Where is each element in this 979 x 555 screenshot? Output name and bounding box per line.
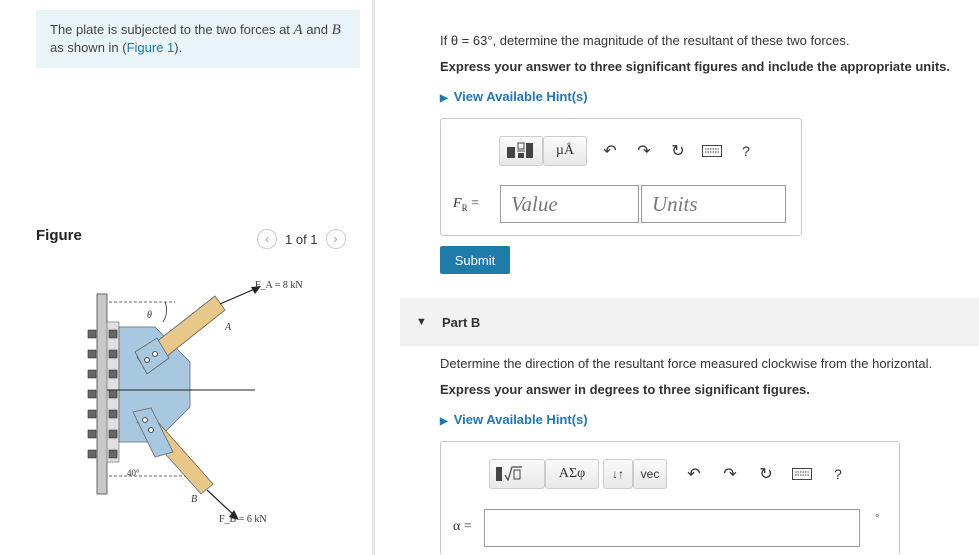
help-icon[interactable]: ? [825,461,851,487]
part-a-question: If θ = 63°, determine the magnitude of t… [440,33,850,48]
reset-icon[interactable]: ↻ [665,138,691,164]
caret-right-icon: ▶ [440,93,448,104]
force-b-arrow [206,489,236,517]
chevron-left-icon[interactable]: ‹ [257,229,277,249]
greek-symbols-button[interactable]: ΑΣφ [545,459,599,489]
degree-unit: ° [875,513,880,525]
intro-text: The plate is subjected to the two forces… [50,22,294,37]
alpha-input[interactable] [484,509,860,547]
value-input[interactable]: Value [500,185,639,223]
problem-intro: The plate is subjected to the two forces… [36,10,360,68]
part-a-instruction: Express your answer to three significant… [440,59,950,74]
undo-icon[interactable]: ↶ [597,138,623,164]
chevron-right-icon[interactable]: › [325,229,346,249]
right-panel: If θ = 63°, determine the magnitude of t… [400,0,979,555]
point-a: A [293,22,303,38]
part-b-hint-text: View Available Hint(s) [453,412,588,427]
angle-label: 40° [127,468,140,478]
part-a-toolbar: µÅ ↶ ↷ ↻ ? [499,136,759,166]
part-b-toolbar: ΑΣφ ↓↑ vec ↶ ↷ ↻ ? [489,459,851,489]
fr-label-sub: R [461,202,468,213]
theta-label: θ [147,310,152,321]
fr-equals: = [471,196,479,211]
help-icon[interactable]: ? [733,138,759,164]
sort-arrows-button[interactable]: ↓↑ [603,459,633,489]
point-a-label: A [224,322,232,333]
intro-close: ). [174,40,183,55]
reset-icon[interactable]: ↻ [753,461,779,487]
force-a-arrow [219,287,258,305]
force-plate-figure: θ A F_A = 8 kN 40° B F_B = 6 kN [87,280,303,525]
caret-right-icon: ▶ [440,416,448,427]
fr-label: FR = [453,196,479,213]
part-a-hint-text: View Available Hint(s) [453,89,588,104]
point-b: B [331,22,341,38]
figure-link[interactable]: Figure 1 [127,40,175,55]
part-b-header[interactable]: ▼ Part B [400,298,979,346]
redo-icon[interactable]: ↷ [717,461,743,487]
vector-button[interactable]: vec [633,459,667,489]
templates-icon[interactable] [499,136,543,166]
fr-label-main: F [453,196,462,211]
theta-arc [162,301,167,323]
alpha-label: α = [453,519,472,534]
intro-text-after: as shown in ( [50,40,127,55]
undo-icon[interactable]: ↶ [681,461,707,487]
part-b-answer-box: ΑΣφ ↓↑ vec ↶ ↷ ↻ ? α = [440,441,900,555]
redo-icon[interactable]: ↷ [631,138,657,164]
part-a-answer-box: µÅ ↶ ↷ ↻ ? FR = Value Units [440,118,802,236]
keyboard-icon[interactable] [789,461,815,487]
part-b-instruction: Express your answer in degrees to three … [440,382,810,397]
force-b-label: F_B = 6 kN [219,514,267,525]
caret-down-icon: ▼ [416,316,427,328]
units-symbol-button[interactable]: µÅ [543,136,587,166]
left-panel: The plate is subjected to the two forces… [0,0,373,555]
units-input[interactable]: Units [641,185,786,223]
wall-plate [96,293,108,495]
submit-button[interactable]: Submit [440,246,510,274]
part-a-hint-link[interactable]: ▶ View Available Hint(s) [440,89,588,104]
panel-divider[interactable] [372,0,375,555]
sqrt-template-icon[interactable] [489,459,545,489]
figure-title: Figure [36,227,82,244]
part-b-hint-link[interactable]: ▶ View Available Hint(s) [440,412,588,427]
intro-and: and [302,22,332,37]
point-b-label: B [191,494,197,505]
part-b-question: Determine the direction of the resultant… [440,356,933,371]
pager-text: 1 of 1 [285,231,318,247]
keyboard-icon[interactable] [699,138,725,164]
force-a-label: F_A = 8 kN [255,280,303,291]
figure-pager: ‹ 1 of 1 › [257,229,346,249]
part-b-title: Part B [442,315,481,330]
